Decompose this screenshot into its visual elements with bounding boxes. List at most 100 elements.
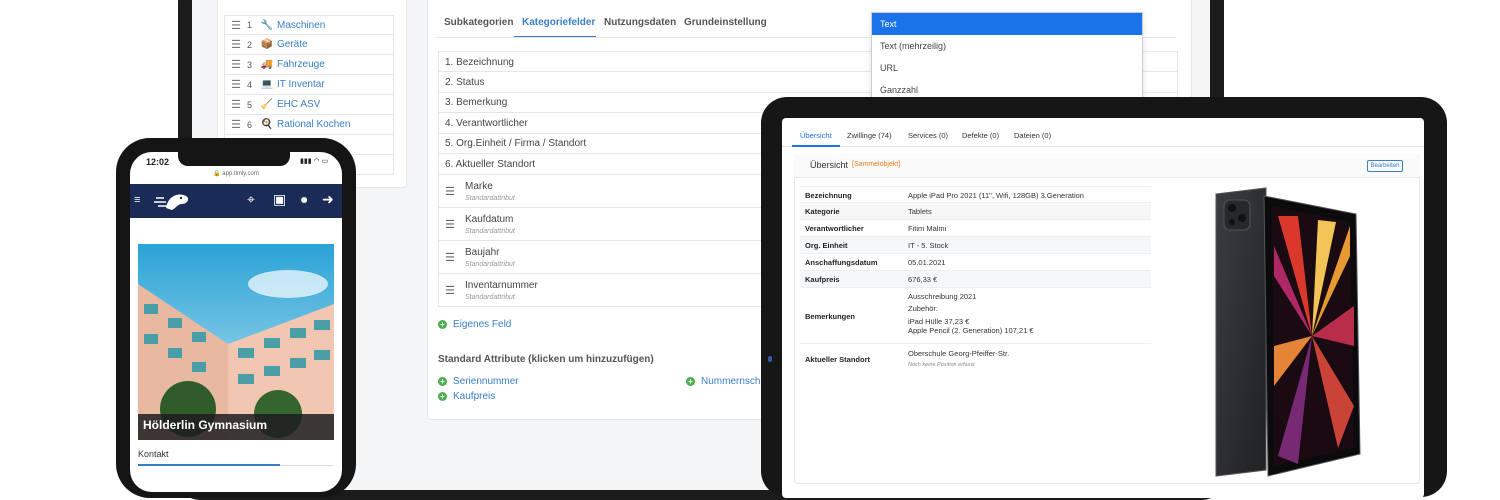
tab-uebersicht[interactable]: Übersicht [800, 131, 832, 140]
wrench-icon: 🔧 [260, 19, 274, 31]
add-attribute-nummernschild[interactable]: + Nummernschi [686, 376, 763, 387]
tab-kategoriefelder[interactable]: Kategoriefelder [522, 17, 595, 28]
tab-kontakt[interactable]: Kontakt [138, 449, 169, 459]
detail-row-location: Aktueller Standort Oberschule Georg-Pfei… [800, 344, 1151, 374]
field-type-dropdown[interactable]: Text Text (mehrzeilig) URL Ganzzahl [871, 12, 1143, 100]
attribute-link-label: Seriennummer [453, 376, 519, 387]
category-number: 4 [247, 79, 253, 90]
user-icon[interactable]: ● [300, 191, 308, 207]
plus-icon: + [438, 391, 447, 401]
menu-icon[interactable]: ≡ [134, 194, 140, 206]
category-label[interactable]: IT Inventar [277, 79, 325, 90]
category-label[interactable]: EHC ASV [277, 99, 320, 110]
drag-handle-icon[interactable]: ☰ [225, 19, 247, 32]
detail-value: Tablets [908, 207, 932, 216]
tab-nutzungsdaten[interactable]: Nutzungsdaten [604, 17, 676, 28]
detail-value: 05.01.2021 [908, 258, 946, 267]
logout-icon[interactable]: ➜ [322, 191, 334, 208]
detail-value: Oberschule Georg-Pfeiffer-Str. [908, 349, 1010, 358]
timly-logo-icon [154, 194, 189, 210]
school-name: Hölderlin Gymnasium [143, 418, 268, 432]
category-number: 6 [247, 119, 253, 130]
detail-value: 676,33 € [908, 275, 938, 284]
tab-subkategorien[interactable]: Subkategorien [444, 17, 513, 28]
category-row-ehc-asv[interactable]: ☰ 5 🧹 EHC ASV [224, 95, 394, 115]
school-building-image [138, 244, 334, 440]
drag-handle-icon[interactable]: ☰ [445, 185, 455, 198]
add-attribute-seriennummer[interactable]: + Seriennummer [438, 376, 519, 387]
category-label[interactable]: Fahrzeuge [277, 59, 325, 70]
remark-line: Zubehör: [908, 304, 939, 313]
computer-icon: 💻 [260, 79, 274, 90]
detail-key: Bezeichnung [805, 191, 852, 200]
status-time: 12:02 [146, 157, 170, 167]
phone-notch [178, 152, 290, 166]
edit-button[interactable]: Bearbeiten [1367, 160, 1403, 172]
attribute-type: Standardattribut [465, 195, 515, 202]
dropdown-option-url[interactable]: URL [872, 57, 1142, 79]
detail-row-remarks: Bemerkungen Ausschreibung 2021 Zubehör: … [800, 288, 1151, 344]
location-search-icon[interactable]: ⌖ [247, 191, 255, 208]
tab-services[interactable]: Services (0) [908, 131, 948, 140]
dropdown-option-text-multiline[interactable]: Text (mehrzeilig) [872, 35, 1142, 57]
category-row-geraete[interactable]: ☰ 2 📦 Geräte [224, 35, 394, 55]
category-row-fahrzeuge[interactable]: ☰ 3 🚚 Fahrzeuge [224, 55, 394, 75]
drag-handle-icon[interactable]: ☰ [445, 218, 455, 231]
attribute-name: Baujahr [465, 247, 500, 258]
url-bar[interactable]: 🔒 app.timly.com [130, 170, 342, 182]
category-label[interactable]: Maschinen [277, 20, 325, 31]
dropdown-option-text[interactable]: Text [872, 13, 1142, 35]
tab-dateien[interactable]: Dateien (0) [1014, 131, 1051, 140]
tab-defekte[interactable]: Defekte (0) [962, 131, 999, 140]
add-custom-field-link[interactable]: + Eigenes Feld [438, 319, 511, 330]
chef-icon: 🍳 [260, 119, 274, 130]
detail-row: Org. Einheit IT - 5. Stock [800, 237, 1151, 254]
truck-icon: 🚚 [260, 59, 274, 70]
drag-handle-icon[interactable]: ☰ [225, 118, 247, 131]
category-row-rational-kochen[interactable]: ☰ 6 🍳 Rational Kochen [224, 115, 394, 135]
attribute-type: Standardattribut [465, 294, 515, 301]
overview-title: Übersicht [810, 160, 849, 170]
active-tab-indicator [138, 464, 280, 466]
remark-line: iPad Hülle 37,23 € [908, 317, 970, 326]
attribute-name: Kaufdatum [465, 214, 514, 225]
detail-key: Aktueller Standort [805, 355, 871, 364]
category-number: 1 [247, 20, 253, 30]
drag-handle-icon[interactable]: ☰ [225, 98, 247, 111]
drag-handle-icon[interactable]: ☰ [225, 38, 247, 51]
drag-handle-icon[interactable]: ☰ [225, 78, 247, 91]
attribute-name: Inventarnummer [465, 280, 538, 291]
detail-row: Verantwortlicher Fitim Malmi [800, 220, 1151, 237]
detail-key: Org. Einheit [805, 241, 848, 250]
tab-grundeinstellung[interactable]: Grundeinstellung [684, 17, 767, 28]
attribute-link-label: Kaufpreis [453, 391, 496, 402]
detail-row: Kategorie Tablets [800, 203, 1151, 220]
detail-key: Verantwortlicher [805, 224, 864, 233]
category-row-maschinen[interactable]: ☰ 1 🔧 Maschinen [224, 15, 394, 35]
tab-zwillinge[interactable]: Zwillinge (74) [847, 131, 892, 140]
category-number: 3 [247, 59, 253, 70]
tabs-divider [782, 146, 1424, 147]
detail-value: IT - 5. Stock [908, 241, 949, 250]
drag-handle-icon[interactable]: ☰ [445, 284, 455, 297]
add-attribute-kaufpreis[interactable]: + Kaufpreis [438, 391, 495, 402]
remark-line: Apple Pencil (2. Generation) 107,21 € [908, 326, 1034, 335]
drag-handle-icon[interactable]: ☰ [445, 251, 455, 264]
url-text: app.timly.com [222, 171, 259, 177]
category-label[interactable]: Geräte [277, 39, 308, 50]
category-row-it-inventar[interactable]: ☰ 4 💻 IT Inventar [224, 75, 394, 95]
category-number: 2 [247, 39, 253, 50]
category-label[interactable]: Rational Kochen [277, 119, 350, 130]
plus-icon: + [686, 376, 695, 386]
signal-wifi-battery-icon: ▮▮▮ ◠ ▭ [300, 158, 329, 165]
detail-key: Kaufpreis [805, 275, 840, 284]
drag-handle-icon[interactable]: ☰ [225, 58, 247, 71]
detail-key: Bemerkungen [805, 312, 856, 321]
attribute-name: Marke [465, 181, 493, 192]
plus-icon: + [438, 319, 447, 329]
tablet-camera [768, 356, 772, 362]
broom-icon: 🧹 [260, 99, 274, 110]
qr-scan-icon[interactable]: ▣ [273, 191, 286, 208]
detail-key: Kategorie [805, 207, 840, 216]
detail-value: Apple iPad Pro 2021 (11", Wifi, 128GB) 3… [908, 191, 1084, 200]
